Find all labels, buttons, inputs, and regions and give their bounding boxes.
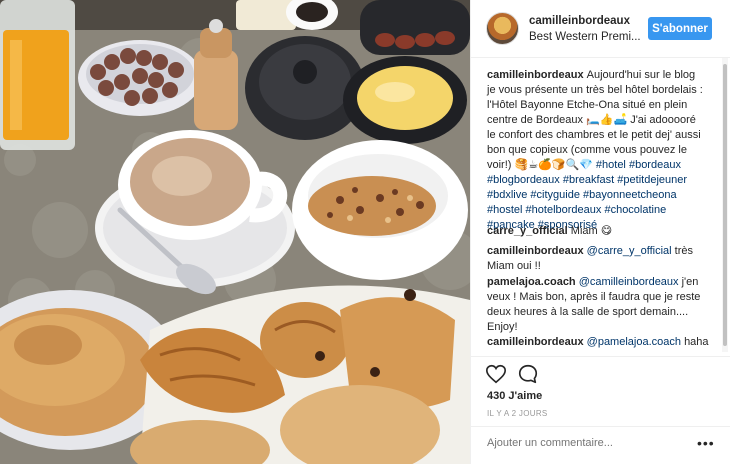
avatar[interactable] [486, 12, 519, 45]
comment-username[interactable]: pamelajoa.coach [487, 276, 576, 288]
caption-fragment: je vous présente un très bel hôtel borde… [487, 84, 703, 96]
caption-line: l'Hôtel Bayonne Etche-Ona situé en plein [487, 98, 715, 113]
caption-fragment: Aujourd'hui sur le blog [586, 69, 696, 81]
comment-username[interactable]: camilleinbordeaux [487, 245, 584, 257]
post-actions: 430 J'aime IL Y A 2 JOURS [471, 356, 730, 426]
hashtag-link[interactable]: #blogbordeaux [487, 174, 560, 186]
more-options-button[interactable]: ••• [697, 435, 715, 451]
caption-line: voir!) 🥞☕🍊🍞🔍💎 #hotel #bordeaux [487, 158, 715, 173]
caption-line: bon que copieux (comme vous pouvez le [487, 143, 715, 158]
comment-mention[interactable]: @pamelajoa.coach [587, 336, 681, 348]
scrollbar-thumb[interactable] [723, 64, 727, 346]
caption-line: #bdxlive #cityguide #bayonneetcheona [487, 188, 715, 203]
hashtag-link[interactable]: #cityguide [530, 189, 580, 201]
caption-fragment: le confort des chambres et le petit dej'… [487, 129, 701, 141]
comment-username[interactable]: camilleinbordeaux [487, 336, 584, 348]
post-side-panel: camilleinbordeaux Best Western Premi... … [470, 0, 730, 464]
caption-line: #blogbordeaux #breakfast #petitdejeuner [487, 173, 715, 188]
comment-item: pamelajoa.coach @camilleinbordeaux j'en … [487, 275, 715, 335]
add-comment-bar: ••• [471, 426, 730, 464]
caption-line: je vous présente un très bel hôtel borde… [487, 83, 715, 98]
comment-icon[interactable] [517, 363, 539, 385]
caption-line: le confort des chambres et le petit dej'… [487, 128, 715, 143]
caption-line: camilleinbordeaux Aujourd'hui sur le blo… [487, 68, 715, 83]
caption-fragment: bon que copieux (comme vous pouvez le [487, 144, 687, 156]
hashtag-link[interactable]: #hotelbordeaux [526, 204, 602, 216]
hashtag-link[interactable]: #hotel [596, 159, 626, 171]
hashtag-link[interactable]: #bordeaux [629, 159, 681, 171]
caption: camilleinbordeaux Aujourd'hui sur le blo… [487, 68, 715, 233]
comment-mention[interactable]: @camilleinbordeaux [579, 276, 679, 288]
caption-line: #hostel #hotelbordeaux #chocolatine [487, 203, 715, 218]
caption-fragment: centre de Bordeaux 🛏️👍🛋️ J'ai adooooré [487, 114, 696, 126]
post-header: camilleinbordeaux Best Western Premi... … [471, 0, 730, 58]
comment-username[interactable]: carre_y_official [487, 225, 568, 237]
caption-text: camilleinbordeaux Aujourd'hui sur le blo… [487, 68, 715, 233]
caption-fragment: voir!) 🥞☕🍊🍞🔍💎 [487, 159, 596, 171]
caption-line: centre de Bordeaux 🛏️👍🛋️ J'ai adooooré [487, 113, 715, 128]
hashtag-link[interactable]: #petitdejeuner [617, 174, 687, 186]
caption-username[interactable]: camilleinbordeaux [487, 69, 587, 81]
caption-fragment: l'Hôtel Bayonne Etche-Ona situé en plein [487, 99, 688, 111]
heart-icon[interactable] [485, 363, 507, 385]
add-comment-input[interactable] [487, 437, 687, 449]
header-location[interactable]: Best Western Premi... [529, 31, 659, 43]
hashtag-link[interactable]: #breakfast [563, 174, 614, 186]
comments-list[interactable]: camilleinbordeaux Aujourd'hui sur le blo… [471, 58, 730, 352]
comment-item: camilleinbordeaux @carre_y_official très… [487, 244, 715, 274]
comment-item: camilleinbordeaux @pamelajoa.coach haha [487, 335, 715, 350]
comment-item: carre_y_official Miam 😋 [487, 224, 715, 239]
instagram-post: camilleinbordeaux Best Western Premi... … [0, 0, 730, 464]
comment-text: Miam 😋 [570, 225, 613, 237]
hashtag-link[interactable]: #bdxlive [487, 189, 527, 201]
header-username[interactable]: camilleinbordeaux [529, 15, 630, 27]
comments-scrollbar[interactable] [722, 58, 728, 352]
post-photo[interactable] [0, 0, 470, 464]
hashtag-link[interactable]: #bayonneetcheona [583, 189, 677, 201]
comment-mention[interactable]: @carre_y_official [587, 245, 672, 257]
follow-button[interactable]: S'abonner [648, 17, 712, 40]
hashtag-link[interactable]: #hostel [487, 204, 522, 216]
hashtag-link[interactable]: #chocolatine [604, 204, 666, 216]
likes-count[interactable]: 430 J'aime [487, 390, 542, 402]
comment-text: haha [684, 336, 709, 348]
breakfast-photo-illustration [0, 0, 470, 464]
post-timestamp: IL Y A 2 JOURS [487, 409, 548, 418]
